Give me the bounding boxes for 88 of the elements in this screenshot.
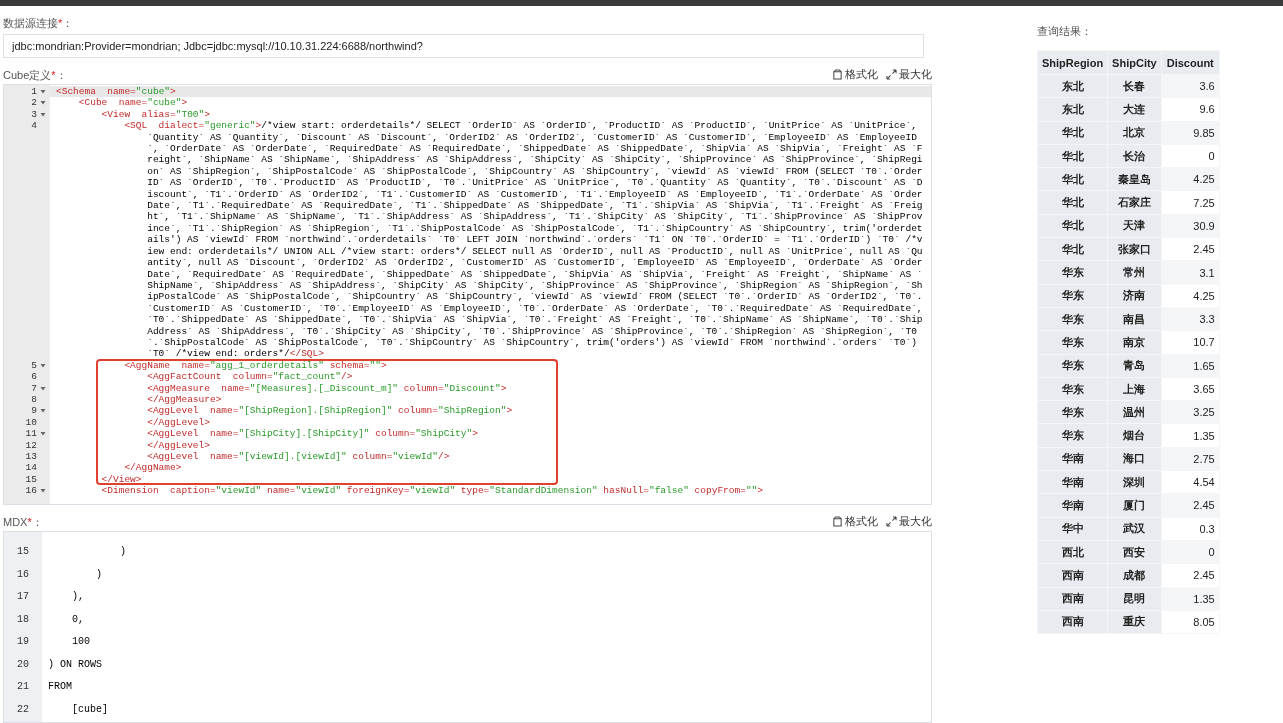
code-line: FROM xyxy=(47,680,73,694)
table-cell: 华北 xyxy=(1037,237,1108,261)
maximize-button[interactable]: 最大化 xyxy=(886,67,932,82)
line-number: 2 xyxy=(31,97,38,109)
line-number: 1 xyxy=(31,86,38,98)
code-line: ) xyxy=(119,545,128,559)
line-number: 9 xyxy=(31,405,38,417)
field-label: 数据源连接*： xyxy=(3,16,75,30)
document-icon xyxy=(832,516,843,527)
code-line: <View alias="T00"> xyxy=(100,108,211,121)
code-line: </AggLevel> xyxy=(146,439,211,451)
table-cell: 西南 xyxy=(1037,610,1108,634)
table-cell: 华北 xyxy=(1037,144,1108,168)
line-number: 6 xyxy=(31,371,38,383)
line-number: 21 xyxy=(17,680,29,694)
line-number: 14 xyxy=(25,462,38,474)
code-editor[interactable]: 15 ) 16 ) 17 ), 18 0, 19 100 20 ) ON ROWS 21 FROM 22 [cube] xyxy=(3,531,932,723)
column-header: ShipCity xyxy=(1107,50,1162,75)
line-number: 12 xyxy=(25,439,38,451)
field-label: MDX*： xyxy=(3,515,43,529)
code-line: </View> xyxy=(100,473,143,486)
code-editor[interactable] xyxy=(3,84,932,505)
results-title: 查询结果： xyxy=(1037,24,1093,39)
table-cell: 华东 xyxy=(1037,307,1108,331)
line-number: 8 xyxy=(31,393,38,406)
line-number: 15 xyxy=(17,545,29,559)
code-line: 0, xyxy=(71,612,85,627)
code-line: <AggMeasure name="[Measures].[_Discount_m]" column="Discount"> xyxy=(146,382,508,394)
code-line: ) ON ROWS xyxy=(47,657,103,672)
table-cell: 华南 xyxy=(1037,447,1108,471)
table-cell: 华南 xyxy=(1037,493,1108,518)
column-header: Discount xyxy=(1161,50,1220,75)
expand-icon xyxy=(886,69,897,80)
line-number: 15 xyxy=(25,473,38,486)
line-number: 10 xyxy=(25,416,38,429)
code-line: <AggLevel name="[ShipRegion].[ShipRegion]" column="ShipRegion"> xyxy=(146,405,514,417)
code-line: [cube] xyxy=(71,702,109,717)
code-line: <Dimension caption="viewId" name="viewId" foreignKey="viewId" type="StandardDimension" hasNull="false" copyFrom=""> xyxy=(100,485,764,497)
code-line: 100 xyxy=(71,635,91,649)
table-cell: 华北 xyxy=(1037,214,1108,238)
code-line: </AggName> xyxy=(123,462,183,474)
line-number: 4 xyxy=(31,120,38,132)
maximize-button[interactable]: 最大化 xyxy=(886,514,932,529)
line-number: 22 xyxy=(17,702,29,717)
table-cell: 西南 xyxy=(1037,563,1108,588)
code-line: ), xyxy=(71,590,85,604)
document-icon xyxy=(832,69,843,80)
table-cell: 华北 xyxy=(1037,191,1108,215)
line-number: 5 xyxy=(31,359,38,372)
code-line: <AggFactCount column="fact_count"/> xyxy=(146,371,354,383)
field-label: Cube定义*： xyxy=(3,68,67,82)
code-line: <AggLevel name="[viewId].[viewId]" column="viewId"/> xyxy=(146,451,451,463)
line-number: 19 xyxy=(17,635,29,649)
table-cell: 西南 xyxy=(1037,587,1108,611)
line-number: 13 xyxy=(25,451,38,463)
code-line: <AggLevel name="[ShipCity].[ShipCity]" column="ShipCity"> xyxy=(146,428,479,440)
connection-field[interactable]: jdbc:mondrian:Provider=mondrian; Jdbc=jdbc:mysql://10.10.31.224:6688/northwind? xyxy=(3,34,924,58)
table-cell: 华东 xyxy=(1037,330,1108,355)
table-cell: 华东 xyxy=(1037,400,1108,424)
table-cell: 华东 xyxy=(1037,354,1108,378)
code-line: <Cube name="cube"> xyxy=(77,97,189,109)
column-header: ShipRegion xyxy=(1037,50,1108,75)
format-button[interactable]: 格式化 xyxy=(832,67,878,82)
code-line: </AggLevel> xyxy=(146,416,211,429)
table-cell: 西北 xyxy=(1037,540,1108,564)
code-line: </AggMeasure> xyxy=(146,393,223,406)
line-number: 3 xyxy=(31,108,38,121)
table-cell: 华南 xyxy=(1037,470,1108,494)
table-cell: 华东 xyxy=(1037,423,1108,448)
table-cell: 华东 xyxy=(1037,284,1108,308)
code-line: <AggName name="agg_1_orderdetails" schema=""> xyxy=(123,359,388,372)
expand-icon xyxy=(886,516,897,527)
table-cell: 东北 xyxy=(1037,97,1108,122)
line-number: 17 xyxy=(17,590,29,604)
line-number: 7 xyxy=(31,382,38,394)
code-line: ) xyxy=(95,567,103,582)
line-number: 18 xyxy=(17,612,29,627)
table-cell: 华东 xyxy=(1037,377,1108,401)
table-cell: 华东 xyxy=(1037,260,1108,285)
line-number: 16 xyxy=(17,567,29,582)
format-button[interactable]: 格式化 xyxy=(832,514,878,529)
table-cell: 华中 xyxy=(1037,517,1108,541)
table-cell: 华北 xyxy=(1037,167,1108,191)
line-number: 16 xyxy=(25,485,38,497)
line-number: 20 xyxy=(17,657,29,672)
line-number: 11 xyxy=(25,428,38,440)
table-cell: 东北 xyxy=(1037,74,1108,98)
table-cell: 华北 xyxy=(1037,121,1108,145)
